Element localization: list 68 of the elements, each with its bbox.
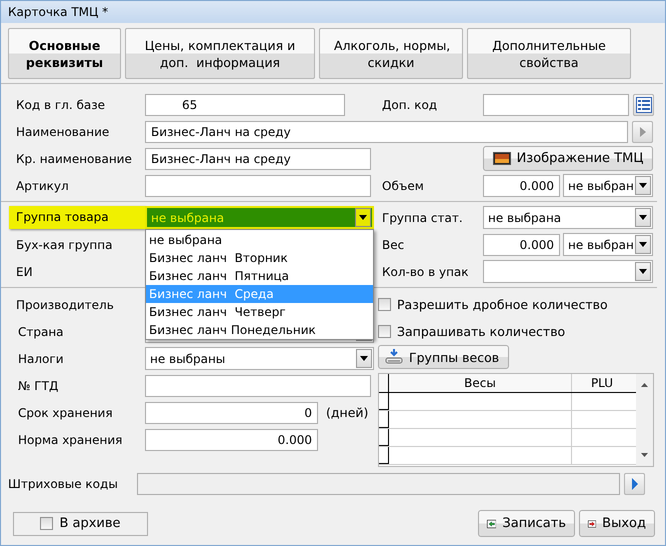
input-field[interactable]: 0.000 xyxy=(145,428,318,450)
arrow-right-icon xyxy=(640,126,646,136)
field-label: Налоги xyxy=(17,352,64,366)
input-field[interactable]: 65 xyxy=(145,94,345,116)
dropdown-option[interactable]: Бизнес ланч Понедельник xyxy=(146,321,373,339)
arrow-button[interactable] xyxy=(632,120,653,142)
dropdown-field[interactable]: не выбран xyxy=(563,233,653,256)
field-label: ЕИ xyxy=(15,264,34,278)
field-label: Норма хранения xyxy=(17,432,124,446)
input-field[interactable] xyxy=(137,473,620,495)
input-field[interactable]: 0.000 xyxy=(483,234,560,256)
field-label: Вес xyxy=(381,238,406,252)
column-header[interactable]: PLU xyxy=(572,374,632,392)
dropdown-option[interactable]: не выбрана xyxy=(146,231,373,249)
input-field[interactable]: 0.000 xyxy=(483,174,560,196)
field-label: Доп. код xyxy=(381,98,438,112)
checkbox-label: Запрашивать количество xyxy=(397,324,566,339)
dropdown-option[interactable]: Бизнес ланч Четверг xyxy=(146,303,373,321)
tab[interactable]: Алкоголь, нормы, скидки xyxy=(319,28,463,79)
scale-groups-button[interactable]: Группы весов xyxy=(378,345,509,369)
dropdown-field[interactable]: не выбрана xyxy=(483,206,653,229)
column-header[interactable]: Весы xyxy=(389,374,572,392)
tab[interactable]: Цены, комплектация и доп. информация xyxy=(125,28,315,79)
exit-button[interactable]: Выход xyxy=(579,510,655,537)
field-label: Объем xyxy=(381,178,425,192)
checkbox-label: Разрешить дробное количество xyxy=(397,297,608,312)
checkbox[interactable] xyxy=(40,517,54,530)
field-label: Страна xyxy=(17,324,65,338)
field-label: Группа товара xyxy=(9,206,145,229)
checkbox[interactable] xyxy=(378,298,391,311)
input-field[interactable] xyxy=(483,94,629,116)
scale-icon xyxy=(385,349,403,365)
unit-label: (дней) xyxy=(326,405,368,420)
tab[interactable]: Дополнительные свойства xyxy=(467,28,631,79)
field-label: Код в гл. базе xyxy=(15,98,106,112)
dropdown-field[interactable] xyxy=(483,260,653,283)
field-label: Группа стат. xyxy=(381,210,464,224)
field-label: Наименование xyxy=(15,124,110,138)
input-field[interactable]: 0 xyxy=(145,402,318,424)
scrollbar[interactable] xyxy=(636,374,653,466)
dropdown-field[interactable]: не выбраны xyxy=(145,347,374,370)
input-field[interactable]: Бизнес-Ланч на среду xyxy=(145,120,628,142)
archive-button[interactable]: В архиве xyxy=(13,512,148,536)
arrow-right-icon xyxy=(632,478,638,490)
picture-icon xyxy=(492,152,511,165)
scroll-up-icon[interactable] xyxy=(641,383,648,387)
window-title: Карточка ТМЦ * xyxy=(8,5,108,19)
dropdown-option[interactable]: Бизнес ланч Пятница xyxy=(146,267,373,285)
checkbox[interactable] xyxy=(378,325,391,338)
field-label: Артикул xyxy=(15,178,70,192)
field-label: Срок хранения xyxy=(17,406,114,420)
field-label: № ГТД xyxy=(17,378,60,392)
save-button[interactable]: Записать xyxy=(478,510,575,537)
image-button[interactable]: Изображение ТМЦ xyxy=(483,146,653,171)
dropdown-field[interactable]: не выбран xyxy=(563,174,653,197)
scroll-down-icon[interactable] xyxy=(641,453,648,457)
field-label: Штриховые коды xyxy=(7,477,119,491)
input-field[interactable] xyxy=(145,374,371,396)
field-label: Кр. наименование xyxy=(15,152,133,166)
tab[interactable]: Основные реквизиты xyxy=(8,28,121,79)
input-field[interactable]: Бизнес-Ланч на среду xyxy=(145,148,371,170)
field-label: Бух-кая группа xyxy=(15,238,114,252)
field-label: Кол-во в упак xyxy=(381,264,470,278)
dropdown-option[interactable]: Бизнес ланч Вторник xyxy=(146,249,373,267)
input-field[interactable] xyxy=(145,174,371,196)
arrow-button[interactable] xyxy=(624,473,645,495)
list-icon[interactable] xyxy=(633,94,654,116)
field-label: Производитель xyxy=(15,298,115,312)
